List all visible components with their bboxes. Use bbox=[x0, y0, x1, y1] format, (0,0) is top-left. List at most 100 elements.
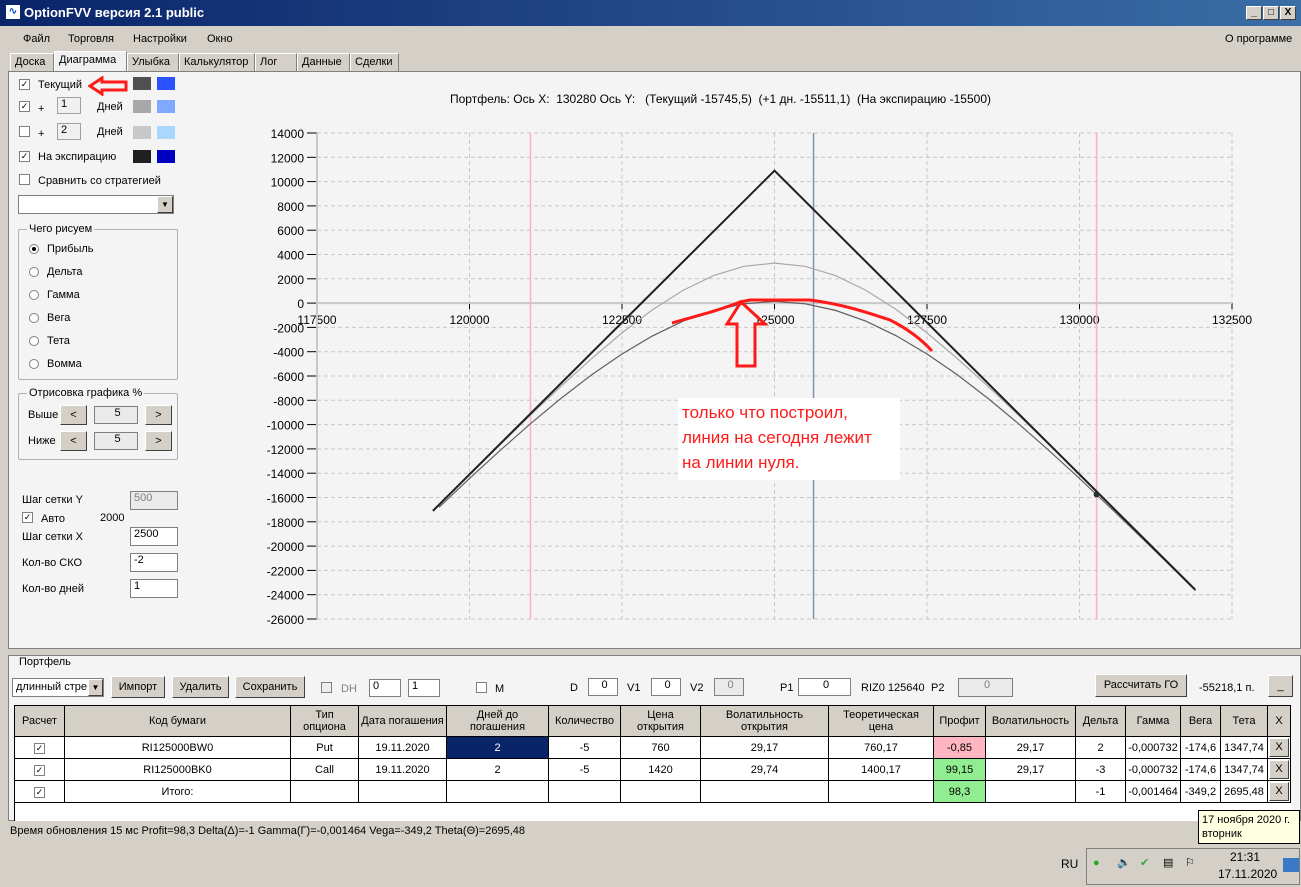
check-icon[interactable]: ✓ bbox=[34, 742, 45, 754]
taskbar: RU ● 🔈 ✔ ▤ ⚐ 21:31 17.11.2020 bbox=[0, 845, 1301, 887]
column-header[interactable]: Дней до погашения bbox=[446, 705, 549, 737]
table-cell[interactable]: -5 bbox=[548, 758, 621, 781]
table-cell[interactable] bbox=[620, 780, 701, 803]
language-indicator[interactable]: RU bbox=[1061, 857, 1078, 871]
table-cell[interactable]: 1400,17 bbox=[828, 758, 934, 781]
table-cell[interactable] bbox=[446, 780, 549, 803]
table-cell[interactable]: 29,17 bbox=[985, 736, 1076, 759]
network-icon[interactable]: ● bbox=[1093, 857, 1100, 869]
y-tick-label: -22000 bbox=[267, 564, 305, 578]
table-cell[interactable]: -3 bbox=[1075, 758, 1126, 781]
p1-input[interactable]: 0 bbox=[798, 678, 851, 696]
remove-row-button[interactable]: X bbox=[1269, 782, 1289, 801]
show-desktop-icon[interactable] bbox=[1283, 858, 1299, 872]
calc-checkbox[interactable]: ✓ bbox=[14, 736, 65, 759]
chevron-down-icon[interactable]: ▼ bbox=[88, 679, 103, 696]
volume-icon[interactable]: 🔈 bbox=[1117, 856, 1131, 869]
p2-input[interactable]: 0 bbox=[958, 678, 1013, 697]
table-cell[interactable]: 760,17 bbox=[828, 736, 934, 759]
table-cell[interactable]: -0,85 bbox=[933, 736, 986, 759]
column-header[interactable]: X bbox=[1267, 705, 1291, 737]
table-cell[interactable]: -174,6 bbox=[1180, 758, 1221, 781]
calculate-go-button[interactable]: Рассчитать ГО bbox=[1095, 674, 1187, 697]
dh-spinner-1[interactable]: 0 bbox=[369, 679, 401, 697]
save-button[interactable]: Сохранить bbox=[235, 676, 305, 698]
table-cell[interactable]: 29,17 bbox=[700, 736, 829, 759]
table-cell[interactable]: -349,2 bbox=[1180, 780, 1221, 803]
tooltip-date: 17 ноября 2020 г. bbox=[1202, 814, 1290, 826]
collapse-button[interactable]: _ bbox=[1268, 675, 1293, 697]
table-cell[interactable] bbox=[290, 780, 359, 803]
network-connection-icon[interactable]: ▤ bbox=[1163, 856, 1173, 869]
column-header[interactable]: Цена открытия bbox=[620, 705, 701, 737]
column-header[interactable]: Гамма bbox=[1125, 705, 1181, 737]
table-cell[interactable]: Call bbox=[290, 758, 359, 781]
clock-time[interactable]: 21:31 bbox=[1230, 850, 1260, 864]
flag-icon[interactable]: ⚐ bbox=[1185, 856, 1195, 869]
table-cell[interactable]: 2 bbox=[1075, 736, 1126, 759]
y-tick-label: 0 bbox=[297, 297, 304, 311]
table-cell[interactable]: 99,15 bbox=[933, 758, 986, 781]
table-cell[interactable]: 1420 bbox=[620, 758, 701, 781]
strategy-dropdown[interactable]: длинный стре ▼ bbox=[12, 678, 104, 697]
v2-input[interactable]: 0 bbox=[714, 678, 744, 696]
remove-row-button[interactable]: X bbox=[1269, 738, 1289, 757]
dh-spinner-2[interactable]: 1 bbox=[408, 679, 440, 697]
table-cell[interactable]: 760 bbox=[620, 736, 701, 759]
hand-drawn-zero-line bbox=[671, 298, 934, 353]
table-cell[interactable]: 1347,74 bbox=[1220, 736, 1268, 759]
table-cell[interactable] bbox=[828, 780, 934, 803]
column-header[interactable]: Тип опциона bbox=[290, 705, 359, 737]
table-cell[interactable]: RI125000BK0 bbox=[64, 758, 291, 781]
column-header[interactable]: Дата погашения bbox=[358, 705, 447, 737]
calc-checkbox[interactable]: ✓ bbox=[14, 758, 65, 781]
table-cell[interactable]: 19.11.2020 bbox=[358, 758, 447, 781]
table-cell[interactable] bbox=[358, 780, 447, 803]
table-cell[interactable]: 29,17 bbox=[985, 758, 1076, 781]
table-cell[interactable]: -174,6 bbox=[1180, 736, 1221, 759]
table-cell[interactable] bbox=[700, 780, 829, 803]
remove-row-button[interactable]: X bbox=[1269, 760, 1289, 779]
table-cell[interactable]: -0,000732 bbox=[1125, 758, 1181, 781]
d-input[interactable]: 0 bbox=[588, 678, 618, 696]
table-cell[interactable]: 2695,48 bbox=[1220, 780, 1268, 803]
column-header[interactable]: Теоретическая цена bbox=[828, 705, 934, 737]
payoff-chart[interactable]: -26000 -24000 -22000 -20000 -18000 -16000 -140… bbox=[0, 0, 1301, 650]
table-cell[interactable]: -5 bbox=[548, 736, 621, 759]
column-header[interactable]: Расчет bbox=[14, 705, 65, 737]
table-cell[interactable]: -1 bbox=[1075, 780, 1126, 803]
column-header[interactable]: Волатильность открытия bbox=[700, 705, 829, 737]
dh-checkbox[interactable] bbox=[321, 682, 332, 693]
table-cell[interactable]: -0,000732 bbox=[1125, 736, 1181, 759]
table-cell[interactable]: RI125000BW0 bbox=[64, 736, 291, 759]
delete-button[interactable]: Удалить bbox=[172, 676, 229, 698]
clock-date[interactable]: 17.11.2020 bbox=[1218, 867, 1277, 881]
import-button[interactable]: Импорт bbox=[111, 676, 165, 698]
column-header[interactable]: Код бумаги bbox=[64, 705, 291, 737]
column-header[interactable]: Дельта bbox=[1075, 705, 1126, 737]
column-header[interactable]: Волатильность bbox=[985, 705, 1076, 737]
v1-input[interactable]: 0 bbox=[651, 678, 681, 696]
table-cell[interactable]: Итого: bbox=[64, 780, 291, 803]
security-icon[interactable]: ✔ bbox=[1140, 856, 1149, 869]
calc-checkbox[interactable]: ✓ bbox=[14, 780, 65, 803]
check-icon[interactable]: ✓ bbox=[34, 786, 45, 798]
table-cell[interactable]: Put bbox=[290, 736, 359, 759]
column-header[interactable]: Профит bbox=[933, 705, 986, 737]
table-cell[interactable]: 2 bbox=[446, 758, 549, 781]
m-checkbox[interactable] bbox=[476, 682, 487, 693]
column-header[interactable]: Тета bbox=[1220, 705, 1268, 737]
table-cell[interactable]: 1347,74 bbox=[1220, 758, 1268, 781]
table-cell[interactable]: 19.11.2020 bbox=[358, 736, 447, 759]
x-tick-label: 130000 bbox=[1059, 313, 1099, 327]
table-cell[interactable]: 2 bbox=[446, 736, 549, 759]
table-cell[interactable] bbox=[548, 780, 621, 803]
table-cell[interactable]: -0,001464 bbox=[1125, 780, 1181, 803]
column-header[interactable]: Вега bbox=[1180, 705, 1221, 737]
table-cell[interactable]: 98,3 bbox=[933, 780, 986, 803]
y-tick-label: -10000 bbox=[267, 419, 305, 433]
check-icon[interactable]: ✓ bbox=[34, 764, 45, 776]
table-cell[interactable]: 29,74 bbox=[700, 758, 829, 781]
column-header[interactable]: Количество bbox=[548, 705, 621, 737]
table-cell[interactable] bbox=[985, 780, 1076, 803]
